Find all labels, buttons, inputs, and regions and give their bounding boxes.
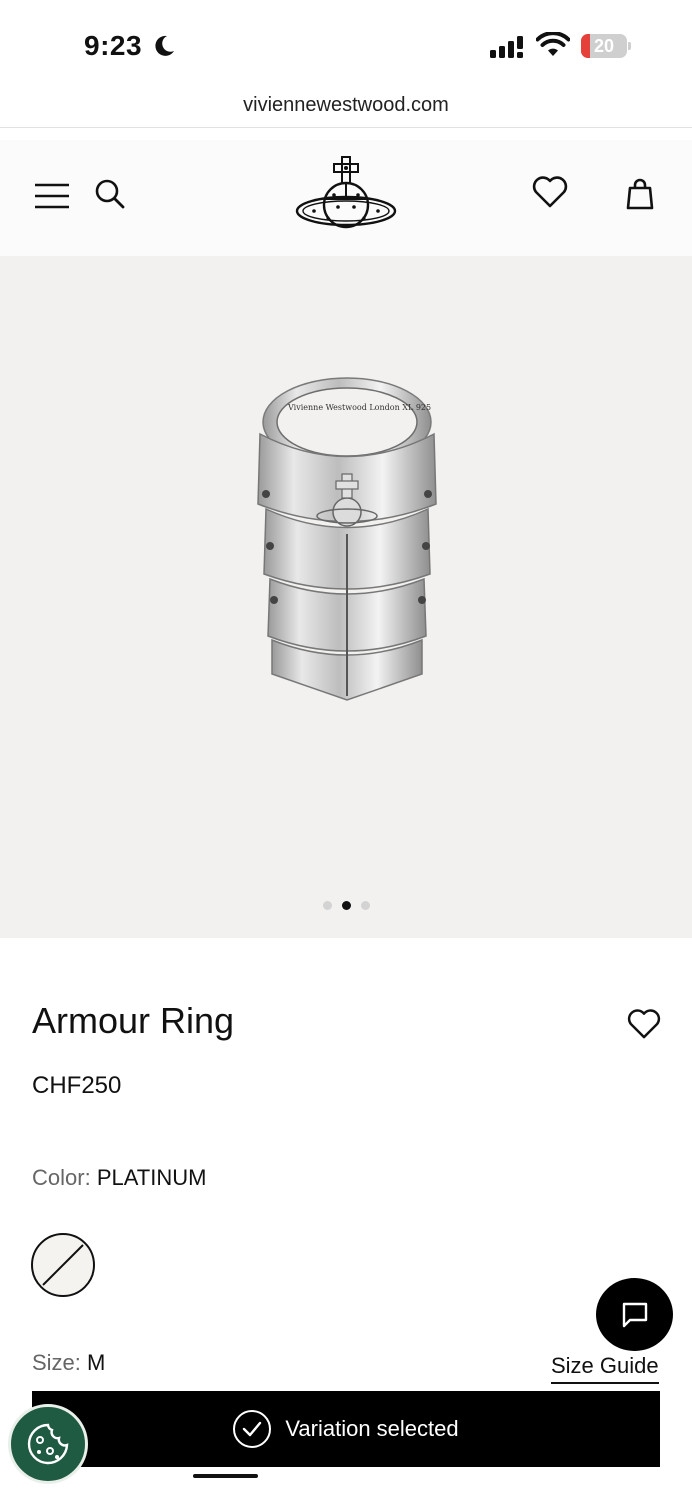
bag-button[interactable] [618, 172, 662, 216]
cellular-signal-icon [490, 36, 523, 58]
check-circle-icon [233, 1410, 272, 1448]
color-label: Color: [32, 1165, 91, 1190]
site-header [0, 140, 692, 256]
swatch-strike-icon [42, 1244, 84, 1286]
menu-button[interactable] [30, 174, 74, 218]
cookie-icon [27, 1423, 69, 1465]
heart-icon [627, 1009, 661, 1039]
status-bar: 9:23 20 [0, 0, 692, 88]
product-gallery[interactable]: Vivienne Westwood London XL 925 [0, 256, 692, 938]
gallery-pagination [0, 901, 692, 910]
battery-icon: 20 [581, 34, 631, 58]
wishlist-button[interactable] [528, 170, 572, 214]
url-text: viviennewestwood.com [243, 94, 449, 116]
search-button[interactable] [88, 172, 132, 216]
color-value: PLATINUM [96, 1165, 207, 1190]
color-row: Color: PLATINUM [32, 1165, 206, 1191]
site-logo[interactable] [290, 152, 402, 244]
url-bar[interactable]: viviennewestwood.com [0, 88, 692, 128]
home-indicator [193, 1474, 258, 1478]
chat-button[interactable] [596, 1278, 673, 1351]
gallery-dot[interactable] [360, 901, 370, 910]
size-row: Size: M [32, 1350, 105, 1376]
gallery-dot-active[interactable] [341, 901, 351, 910]
product-price: CHF250 [32, 1072, 122, 1099]
size-guide-link[interactable]: Size Guide [551, 1353, 659, 1384]
battery-percent: 20 [593, 36, 615, 56]
variation-text: Variation selected [285, 1416, 459, 1441]
chat-bubble-icon [622, 1302, 647, 1327]
heart-icon [532, 176, 568, 208]
shopping-bag-icon [626, 178, 654, 210]
variation-selected-button[interactable]: Variation selected [32, 1391, 660, 1467]
cookie-settings-button[interactable] [8, 1404, 88, 1484]
size-value: M [87, 1350, 106, 1375]
gallery-dot[interactable] [322, 901, 332, 910]
status-time: 9:23 [84, 30, 143, 61]
armour-ring-image: Vivienne Westwood London XL 925 [257, 377, 437, 701]
wifi-icon [536, 32, 570, 56]
size-label: Size: [32, 1350, 81, 1375]
hamburger-menu-icon [35, 183, 69, 209]
add-to-wishlist-button[interactable] [624, 1004, 664, 1044]
product-title: Armour Ring [32, 1000, 235, 1041]
ring-inscription: Vivienne Westwood London XL 925 [287, 403, 431, 412]
color-swatch-platinum[interactable] [31, 1233, 95, 1297]
moon-icon [155, 35, 174, 56]
orb-logo-icon [295, 156, 397, 229]
search-icon [95, 179, 125, 209]
